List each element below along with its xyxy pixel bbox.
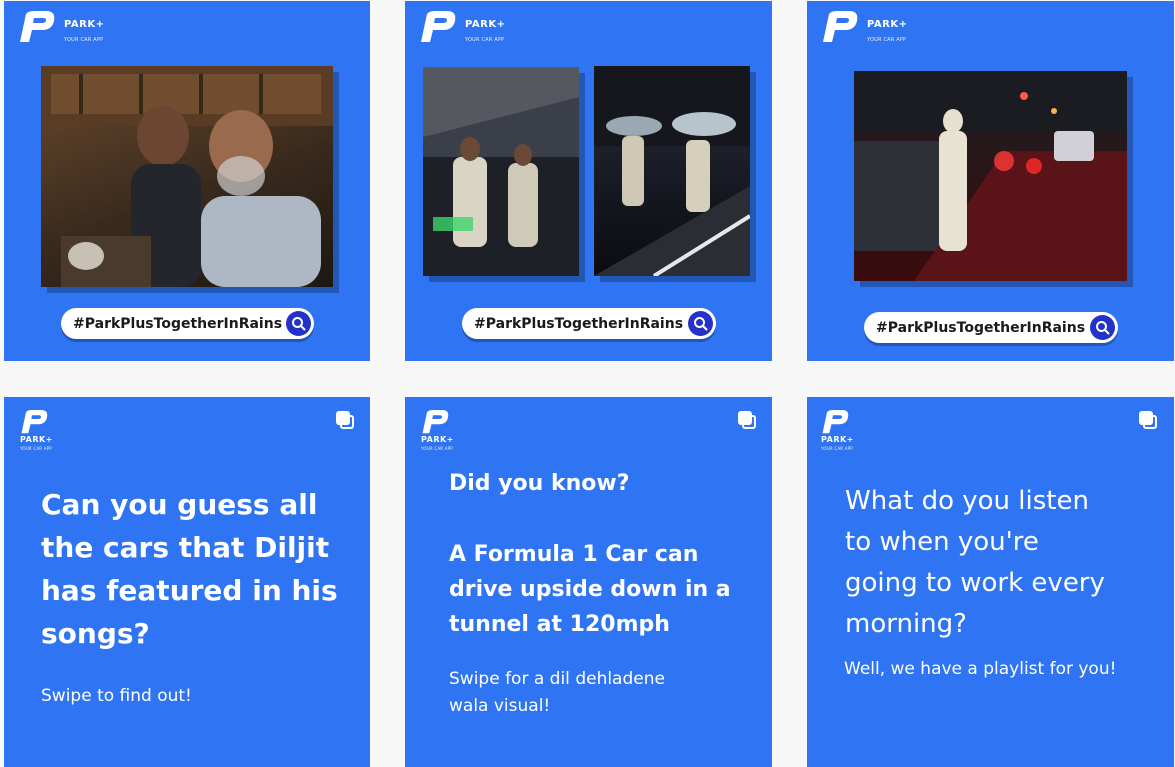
search-icon (292, 317, 306, 331)
hashtag-search-pill[interactable]: #ParkPlusTogetherInRains (61, 308, 314, 339)
hashtag-search-pill[interactable]: #ParkPlusTogetherInRains (462, 308, 716, 339)
post-heading-line: the cars that Diljit (41, 531, 330, 564)
post-heading-line: What do you listen (845, 486, 1089, 516)
search-button[interactable] (286, 311, 311, 336)
post-heading-line: drive upside down in a (449, 577, 731, 602)
brand-tagline: YOUR CAR APP (20, 446, 52, 451)
search-icon (1096, 321, 1110, 335)
brand-name: PARK+ (421, 435, 454, 444)
search-icon (694, 317, 708, 331)
post-subtext: Swipe for a dil dehladene wala visual! (449, 666, 665, 720)
multiple-images-icon (737, 410, 759, 432)
post-photo-right (594, 66, 750, 276)
brand-name: PARK+ (867, 19, 908, 30)
post-heading-line: morning? (845, 609, 967, 639)
post-subtext: Swipe to find out! (41, 683, 192, 710)
post-heading-line: tunnel at 120mph (449, 612, 670, 637)
brand-tagline: YOUR CAR APP (421, 446, 453, 451)
search-button[interactable] (1090, 315, 1115, 340)
park-plus-logo-icon (822, 410, 849, 434)
post-tile-3[interactable]: PARK+ YOUR CAR APP #ParkPlusTogetherInRa… (807, 1, 1174, 361)
post-tile-4[interactable]: PARK+ YOUR CAR APP Can you guess all the… (4, 397, 370, 767)
park-plus-logo: PARK+ YOUR CAR APP (20, 409, 80, 454)
post-heading-line: to when you're (845, 527, 1039, 557)
park-plus-logo-icon (421, 11, 456, 42)
park-plus-logo-icon (20, 11, 55, 42)
post-tile-2[interactable]: PARK+ YOUR CAR APP #ParkPlusTogetherInRa… (405, 1, 772, 361)
hashtag-text: #ParkPlusTogetherInRains (73, 315, 283, 332)
post-subtext-line: Well, we have a playlist for you! (844, 659, 1117, 679)
park-plus-logo: PARK+ YOUR CAR APP (421, 409, 481, 454)
hashtag-text: #ParkPlusTogetherInRains (876, 319, 1086, 336)
park-plus-logo: PARK+ YOUR CAR APP (18, 10, 128, 50)
park-plus-logo-icon (823, 11, 858, 42)
search-button[interactable] (688, 311, 713, 336)
post-heading: A Formula 1 Car can drive upside down in… (449, 537, 731, 642)
post-heading-line: A Formula 1 Car can (449, 542, 699, 567)
post-photo (854, 71, 1127, 281)
park-plus-logo: PARK+ YOUR CAR APP (419, 10, 529, 50)
brand-name: PARK+ (20, 435, 53, 444)
brand-tagline: YOUR CAR APP (64, 37, 104, 43)
multiple-images-icon (1138, 410, 1160, 432)
brand-name: PARK+ (465, 19, 506, 30)
post-photo-left (423, 67, 579, 276)
post-heading: What do you listen to when you're going … (845, 481, 1105, 645)
post-heading-line: Can you guess all (41, 488, 318, 521)
post-photo (41, 66, 333, 287)
brand-tagline: YOUR CAR APP (465, 37, 505, 43)
multiple-images-icon (335, 410, 357, 432)
park-plus-logo-icon (21, 410, 48, 434)
park-plus-logo: PARK+ YOUR CAR APP (821, 10, 931, 50)
post-heading-line: has featured in his (41, 574, 338, 607)
brand-name: PARK+ (64, 19, 105, 30)
post-tile-6[interactable]: PARK+ YOUR CAR APP What do you listen to… (807, 397, 1174, 767)
post-tile-1[interactable]: PARK+ YOUR CAR APP #ParkPlusTogetherInRa… (4, 1, 370, 361)
post-subtext-line: Swipe for a dil dehladene (449, 669, 665, 689)
park-plus-logo-icon (422, 410, 449, 434)
post-tile-5[interactable]: PARK+ YOUR CAR APP Did you know? A Formu… (405, 397, 772, 767)
park-plus-logo: PARK+ YOUR CAR APP (821, 409, 881, 454)
post-intro: Did you know? (449, 471, 630, 496)
post-heading: Can you guess all the cars that Diljit h… (41, 483, 338, 655)
hashtag-search-pill[interactable]: #ParkPlusTogetherInRains (864, 312, 1118, 343)
post-subtext-line: wala visual! (449, 696, 551, 716)
post-subtext: Well, we have a playlist for you! (844, 656, 1116, 683)
post-heading-line: songs? (41, 617, 150, 650)
brand-name: PARK+ (821, 435, 854, 444)
brand-tagline: YOUR CAR APP (867, 37, 907, 43)
hashtag-text: #ParkPlusTogetherInRains (474, 315, 684, 332)
post-heading-line: going to work every (845, 568, 1105, 598)
brand-tagline: YOUR CAR APP (821, 446, 853, 451)
post-subtext-line: Swipe to find out! (41, 686, 192, 706)
